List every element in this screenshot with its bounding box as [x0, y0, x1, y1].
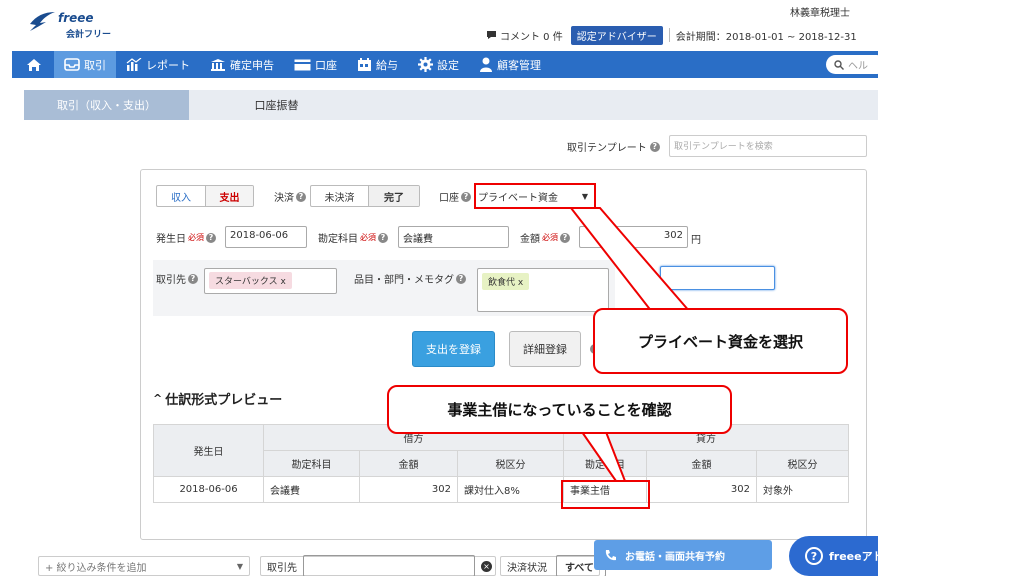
callout-confirm-owner-loan: 事業主借になっていることを確認 [387, 385, 732, 434]
annotation-pointers [568, 207, 693, 482]
credit-account-highlight-box [561, 480, 650, 509]
callout2-pointer [580, 431, 627, 482]
account-highlight-box [474, 183, 596, 209]
callout1-pointer [568, 207, 693, 313]
callout-select-private-funds: プライベート資金を選択 [593, 308, 848, 374]
